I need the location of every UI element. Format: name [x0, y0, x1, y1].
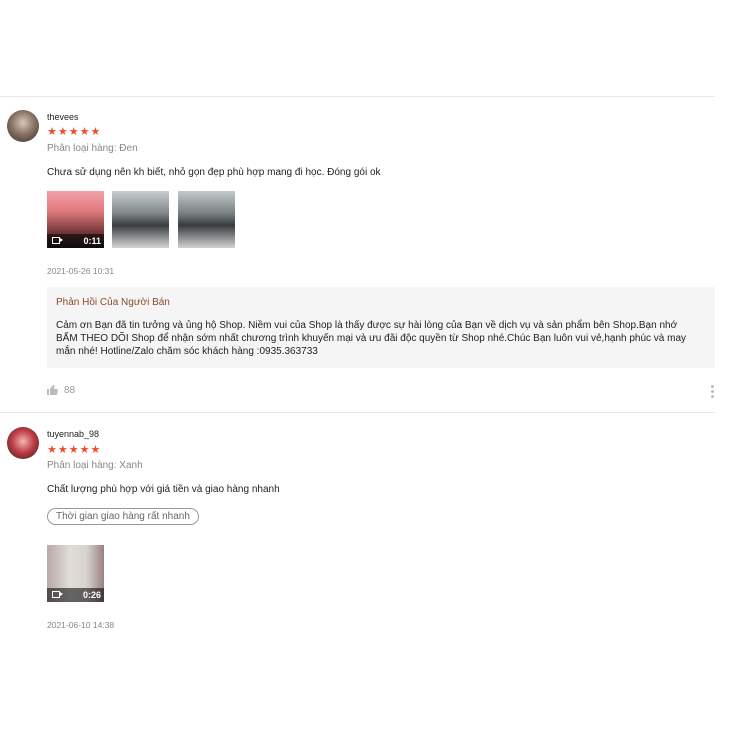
video-badge: 0:11	[47, 234, 104, 248]
more-options-icon[interactable]	[711, 385, 715, 400]
rating-stars: ★★★★★	[47, 444, 102, 456]
review-video-thumbnail[interactable]: 0:26	[47, 545, 104, 602]
review-timestamp: 2021-05-26 10:31	[47, 266, 115, 276]
review-image-thumbnail[interactable]	[178, 191, 235, 248]
review-divider	[0, 412, 715, 413]
avatar[interactable]	[7, 110, 39, 142]
video-camera-icon	[52, 237, 63, 244]
product-variant: Phân loại hàng: Đen	[47, 143, 138, 154]
reviewer-username[interactable]: tuyennab_98	[47, 429, 99, 439]
seller-reply: Phản Hồi Của Người Bán Cảm ơn Bạn đã tin…	[47, 287, 715, 368]
rating-stars: ★★★★★	[47, 126, 102, 138]
top-divider	[0, 96, 715, 97]
video-camera-icon	[52, 591, 63, 598]
review-video-thumbnail[interactable]: 0:11	[47, 191, 104, 248]
seller-reply-title: Phản Hồi Của Người Bán	[56, 297, 170, 308]
review-timestamp: 2021-06-10 14:38	[47, 620, 115, 630]
review-comment: Chất lượng phù hợp với giá tiền và giao …	[47, 484, 280, 495]
like-button[interactable]: 88	[47, 385, 75, 396]
product-variant: Phân loại hàng: Xanh	[47, 460, 143, 471]
review-image-thumbnail[interactable]	[112, 191, 169, 248]
review-tag: Thời gian giao hàng rất nhanh	[47, 508, 199, 525]
thumbs-up-icon	[47, 385, 58, 396]
seller-reply-body: Cảm ơn Bạn đã tin tưởng và ủng hộ Shop. …	[56, 320, 687, 357]
video-duration: 0:11	[83, 236, 101, 246]
review-comment: Chưa sử dụng nên kh biết, nhỏ gọn đẹp ph…	[47, 167, 381, 178]
reviewer-username[interactable]: thevees	[47, 112, 79, 122]
video-badge: 0:26	[47, 588, 104, 602]
like-count: 88	[64, 385, 76, 396]
video-duration: 0:26	[82, 590, 101, 600]
avatar[interactable]	[7, 427, 39, 459]
